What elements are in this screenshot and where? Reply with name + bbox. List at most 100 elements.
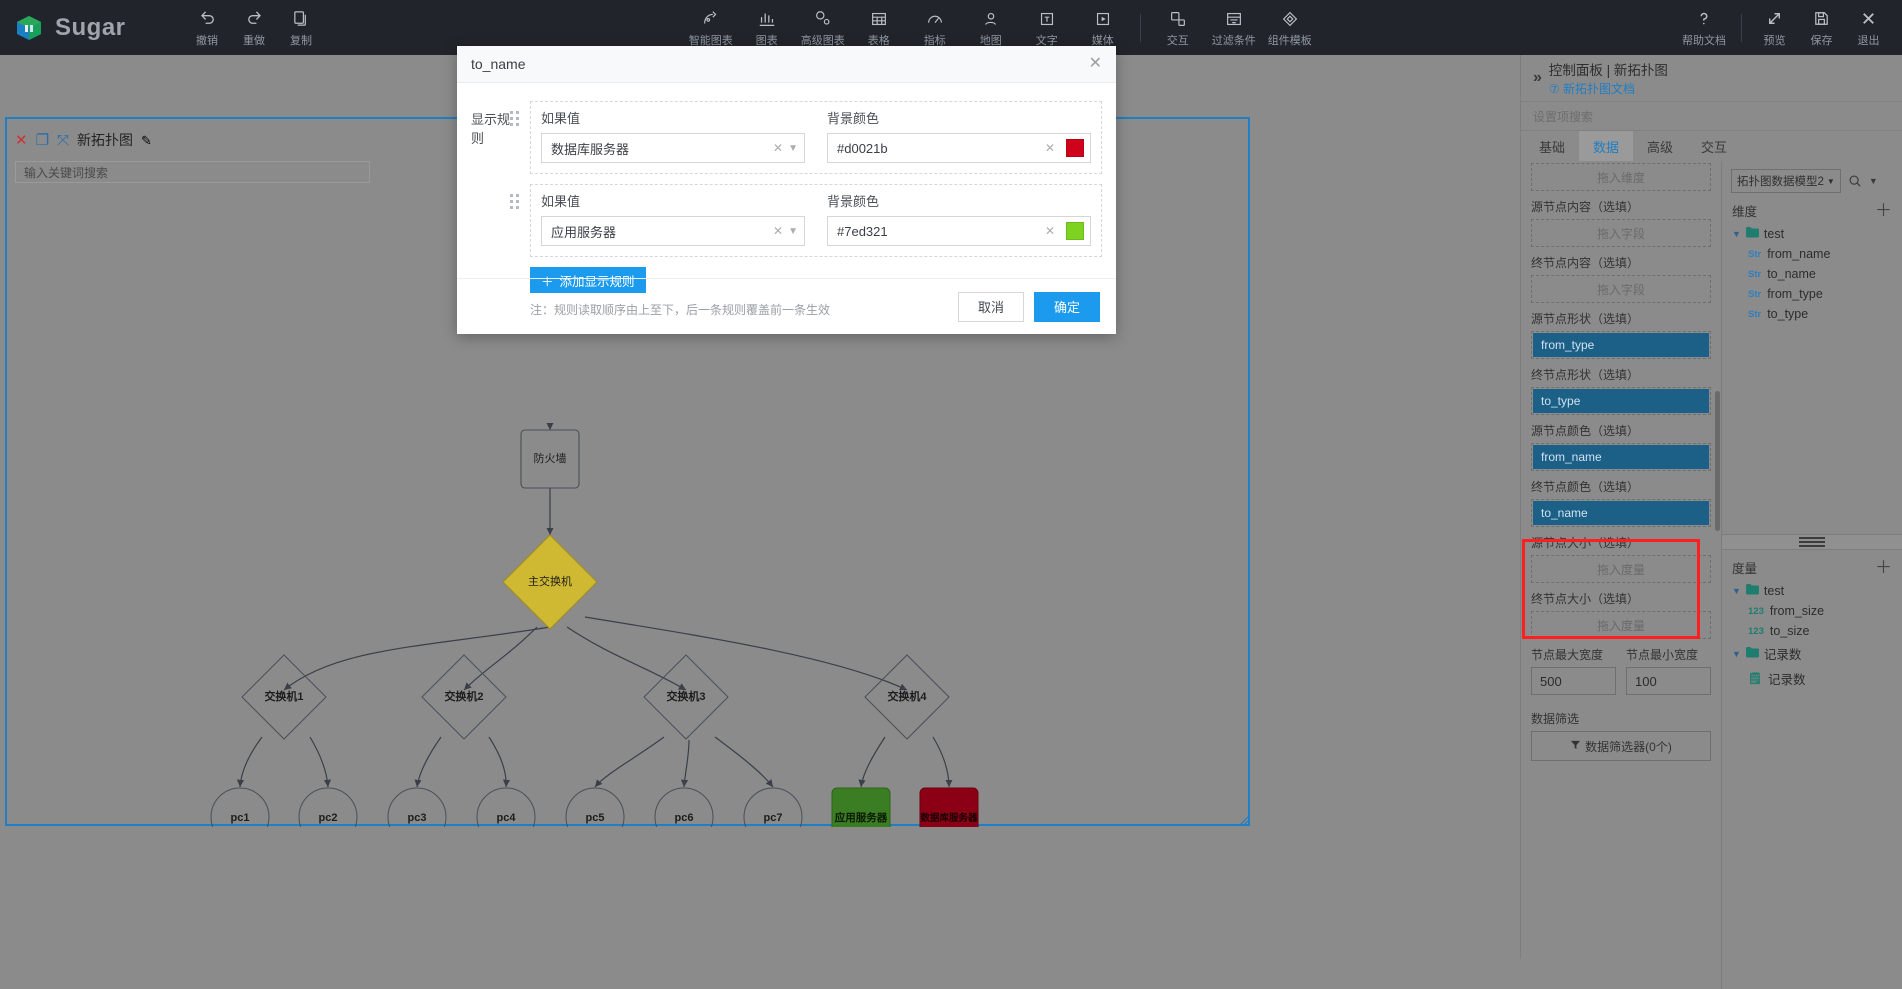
preview-label: 预览 [1763, 34, 1786, 47]
close-x-icon[interactable]: ✕ [1089, 56, 1102, 72]
data-filter-label: 数据筛选器(0个) [1585, 739, 1672, 754]
exit-button[interactable]: 退出 [1845, 0, 1892, 55]
data-model-selector[interactable]: 拓扑图数据模型2 ▼ [1731, 169, 1841, 193]
measure-folder-record-count[interactable]: ▼ 记录数 [1722, 641, 1902, 666]
redo-button[interactable]: 重做 [231, 0, 278, 55]
model-bar: 拓扑图数据模型2 ▼ ▼ [1722, 161, 1902, 199]
panel-splitter[interactable] [1722, 534, 1902, 550]
clear-x-icon[interactable]: ✕ [773, 141, 783, 155]
from-node-size-dropzone[interactable]: 拖入度量 [1531, 555, 1711, 583]
measure-field-from_size[interactable]: 123 from_size [1722, 601, 1902, 621]
measure-field-to_size[interactable]: 123 to_size [1722, 621, 1902, 641]
if-value-label: 如果值 [541, 194, 581, 209]
chevron-down-icon[interactable]: ▼ [788, 226, 798, 237]
undo-button[interactable]: 撤销 [184, 0, 231, 55]
component-template-button[interactable]: 组件模板 [1262, 0, 1318, 55]
save-label: 保存 [1810, 34, 1833, 47]
fullscreen-icon[interactable]: ⤧ [57, 133, 69, 148]
measure-folder-test[interactable]: ▼ test [1722, 581, 1902, 601]
help-doc-label: 帮助文档 [1682, 34, 1727, 47]
bg-color-input[interactable]: #d0021b ✕ [827, 133, 1091, 163]
dimension-dropzone[interactable]: 拖入维度 [1531, 163, 1711, 191]
settings-search-input[interactable]: 设置项搜索 [1521, 102, 1902, 131]
measure-field-record-count[interactable]: 🗒 记录数 [1722, 666, 1902, 691]
chevron-down-icon[interactable]: ▼ [788, 143, 798, 154]
filter-condition-button[interactable]: 过滤条件 [1206, 0, 1262, 55]
media-play-icon [1093, 8, 1113, 30]
dimension-field-to_name[interactable]: Str to_name [1722, 264, 1902, 284]
setting-label: 终节点形状（选填） [1531, 368, 1640, 382]
settings-column[interactable]: 拖入维度 源节点内容（选填） 拖入字段 终节点内容（选填） 拖入字段 源节点形状… [1521, 161, 1721, 989]
dimension-field-to_type[interactable]: Str to_type [1722, 304, 1902, 324]
dimension-folder-test[interactable]: ▼ test [1722, 224, 1902, 244]
plus-icon[interactable]: ＋ [1875, 559, 1892, 576]
chevron-down-icon[interactable]: ▼ [1869, 176, 1878, 186]
color-swatch[interactable] [1066, 222, 1084, 240]
display-rule-dialog[interactable]: to_name ✕ 显示规则 如果值 数据库服务器 ✕ ▼ 背景颜色 #d002… [457, 46, 1116, 334]
if-value-select[interactable]: 数据库服务器 ✕ ▼ [541, 133, 805, 163]
close-x-icon[interactable]: ✕ [15, 133, 28, 148]
copy-label: 复制 [290, 34, 313, 47]
setting-data-filter: 数据筛选 数据筛选器(0个) [1531, 710, 1711, 761]
cancel-button[interactable]: 取消 [957, 291, 1024, 322]
measure-folder-label: 记录数 [1763, 648, 1802, 662]
tab-advanced[interactable]: 高级 [1633, 131, 1687, 161]
help-doc-button[interactable]: 帮助文档 [1676, 0, 1732, 55]
setting-label: 源节点颜色（选填） [1531, 424, 1640, 438]
chevron-down-icon: ▼ [1732, 648, 1741, 659]
interaction-label: 交互 [1166, 34, 1189, 47]
svg-text:pc3: pc3 [408, 812, 427, 824]
drag-handle-icon[interactable] [510, 184, 526, 210]
setting-label: 节点最小宽度 [1626, 648, 1699, 662]
double-chevron-right-icon[interactable]: » [1533, 69, 1542, 87]
setting-label: 数据筛选 [1531, 712, 1580, 726]
dimension-field-from_name[interactable]: Str from_name [1722, 244, 1902, 264]
setting-to-node-size: 终节点大小（选填） 拖入度量 [1531, 590, 1711, 639]
gauge-icon [925, 8, 945, 30]
field-name: to_size [1769, 624, 1810, 638]
from-node-color-pill[interactable]: from_name [1533, 445, 1709, 469]
rule-box: 如果值 数据库服务器 ✕ ▼ 背景颜色 #d0021b ✕ [530, 101, 1102, 174]
to-node-color-pill[interactable]: to_name [1533, 501, 1709, 525]
search-icon[interactable] [1848, 174, 1862, 188]
color-swatch[interactable] [1066, 139, 1084, 157]
doc-link[interactable]: ⑦ 新拓扑图文档 [1549, 80, 1668, 97]
setting-from-node-content: 源节点内容（选填） 拖入字段 [1531, 198, 1711, 247]
clear-x-icon[interactable]: ✕ [1045, 141, 1055, 155]
right-group: 帮助文档 预览 保存 退出 [1676, 0, 1902, 55]
plus-icon[interactable]: ＋ [1875, 202, 1892, 219]
widget-resize-handle[interactable] [1237, 813, 1249, 826]
to-node-size-dropzone[interactable]: 拖入度量 [1531, 611, 1711, 639]
from-node-content-dropzone[interactable]: 拖入字段 [1531, 219, 1711, 247]
drag-handle-icon[interactable] [510, 101, 526, 127]
tab-basic[interactable]: 基础 [1525, 131, 1579, 161]
svg-text:pc7: pc7 [764, 812, 783, 824]
settings-scrollbar[interactable] [1715, 391, 1720, 531]
funnel-icon [1570, 739, 1581, 753]
question-mark-icon [1694, 8, 1714, 30]
pencil-icon[interactable]: ✎ [141, 134, 152, 147]
panel-columns: 拖入维度 源节点内容（选填） 拖入字段 终节点内容（选填） 拖入字段 源节点形状… [1521, 161, 1902, 989]
sugar-cube-logo [14, 13, 44, 43]
save-button[interactable]: 保存 [1798, 0, 1845, 55]
copy-button[interactable]: 复制 [278, 0, 325, 55]
dimension-field-from_type[interactable]: Str from_type [1722, 284, 1902, 304]
bg-color-input[interactable]: #7ed321 ✕ [827, 216, 1091, 246]
copy-icon[interactable]: ❐ [36, 133, 49, 148]
to-node-content-dropzone[interactable]: 拖入字段 [1531, 275, 1711, 303]
confirm-button[interactable]: 确定 [1033, 291, 1100, 322]
dimension-title: 维度 [1732, 205, 1758, 219]
preview-button[interactable]: 预览 [1751, 0, 1798, 55]
clear-x-icon[interactable]: ✕ [1045, 224, 1055, 238]
data-filter-button[interactable]: 数据筛选器(0个) [1531, 731, 1711, 761]
tab-interaction[interactable]: 交互 [1687, 131, 1741, 161]
if-value-select[interactable]: 应用服务器 ✕ ▼ [541, 216, 805, 246]
tab-data[interactable]: 数据 [1579, 131, 1634, 161]
record-count-icon: 🗒 [1748, 673, 1762, 685]
interaction-button[interactable]: 交互 [1150, 0, 1206, 55]
max-node-width-input[interactable]: 500 [1531, 667, 1616, 695]
to-node-shape-pill[interactable]: to_type [1533, 389, 1709, 413]
clear-x-icon[interactable]: ✕ [773, 224, 783, 238]
from-node-shape-pill[interactable]: from_type [1533, 333, 1709, 357]
min-node-width-input[interactable]: 100 [1626, 667, 1711, 695]
